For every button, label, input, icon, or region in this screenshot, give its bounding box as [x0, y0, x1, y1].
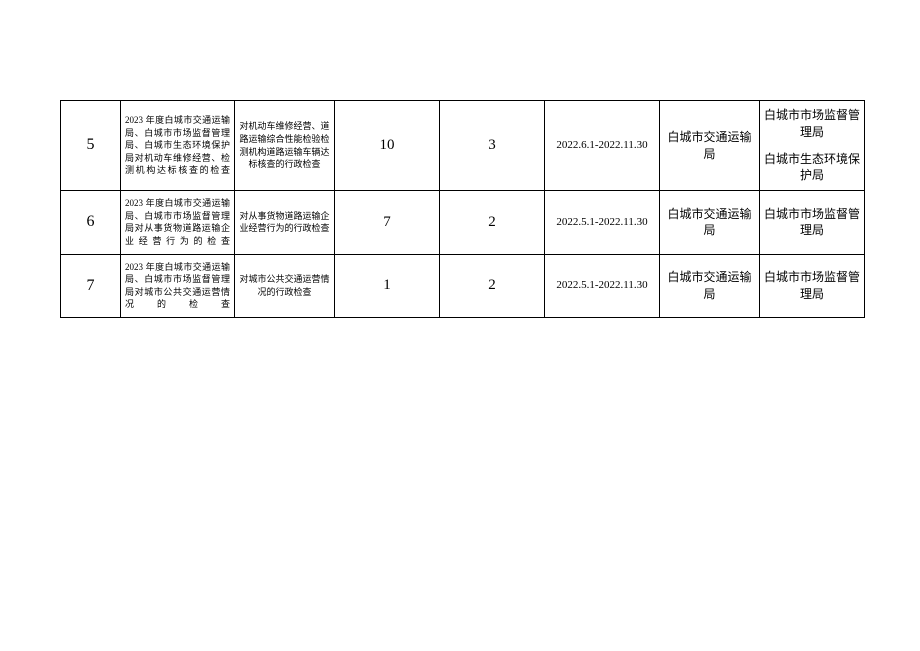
- cell-lead-dept: 白城市交通运输局: [660, 191, 760, 254]
- cell-plan-name: 2023 年度白城市交通运输局、白城市市场监督管理局、白城市生态环境保护局对机动…: [121, 101, 235, 191]
- cell-check-item: 对从事货物道路运输企业经营行为的行政检查: [235, 191, 335, 254]
- cell-check-item: 对机动车维修经营、道路运输综合性能检验检测机构道路运输车辆达标核查的行政检查: [235, 101, 335, 191]
- cell-period: 2022.6.1-2022.11.30: [545, 101, 660, 191]
- coop-dept-2: 白城市生态环境保护局: [762, 151, 862, 185]
- cell-plan-name: 2023 年度白城市交通运输局、白城市市场监督管理局对城市公共交通运营情况的检查: [121, 254, 235, 317]
- cell-check-item: 对城市公共交通运营情况的行政检查: [235, 254, 335, 317]
- cell-count-1: 10: [335, 101, 440, 191]
- cell-coop-dept: 白城市市场监督管理局: [760, 254, 865, 317]
- cell-count-1: 7: [335, 191, 440, 254]
- cell-count-2: 3: [440, 101, 545, 191]
- cell-count-2: 2: [440, 254, 545, 317]
- cell-index: 7: [61, 254, 121, 317]
- cell-plan-name: 2023 年度白城市交通运输局、白城市市场监督管理局对从事货物道路运输企业经营行…: [121, 191, 235, 254]
- table-row: 5 2023 年度白城市交通运输局、白城市市场监督管理局、白城市生态环境保护局对…: [61, 101, 865, 191]
- cell-period: 2022.5.1-2022.11.30: [545, 254, 660, 317]
- document-page: 5 2023 年度白城市交通运输局、白城市市场监督管理局、白城市生态环境保护局对…: [0, 0, 920, 318]
- table-row: 6 2023 年度白城市交通运输局、白城市市场监督管理局对从事货物道路运输企业经…: [61, 191, 865, 254]
- cell-lead-dept: 白城市交通运输局: [660, 254, 760, 317]
- cell-lead-dept: 白城市交通运输局: [660, 101, 760, 191]
- cell-period: 2022.5.1-2022.11.30: [545, 191, 660, 254]
- inspection-table: 5 2023 年度白城市交通运输局、白城市市场监督管理局、白城市生态环境保护局对…: [60, 100, 865, 318]
- cell-count-1: 1: [335, 254, 440, 317]
- cell-index: 5: [61, 101, 121, 191]
- cell-count-2: 2: [440, 191, 545, 254]
- table-row: 7 2023 年度白城市交通运输局、白城市市场监督管理局对城市公共交通运营情况的…: [61, 254, 865, 317]
- cell-coop-dept: 白城市市场监督管理局: [760, 191, 865, 254]
- cell-coop-dept: 白城市市场监督管理局 白城市生态环境保护局: [760, 101, 865, 191]
- cell-index: 6: [61, 191, 121, 254]
- coop-dept-1: 白城市市场监督管理局: [762, 107, 862, 141]
